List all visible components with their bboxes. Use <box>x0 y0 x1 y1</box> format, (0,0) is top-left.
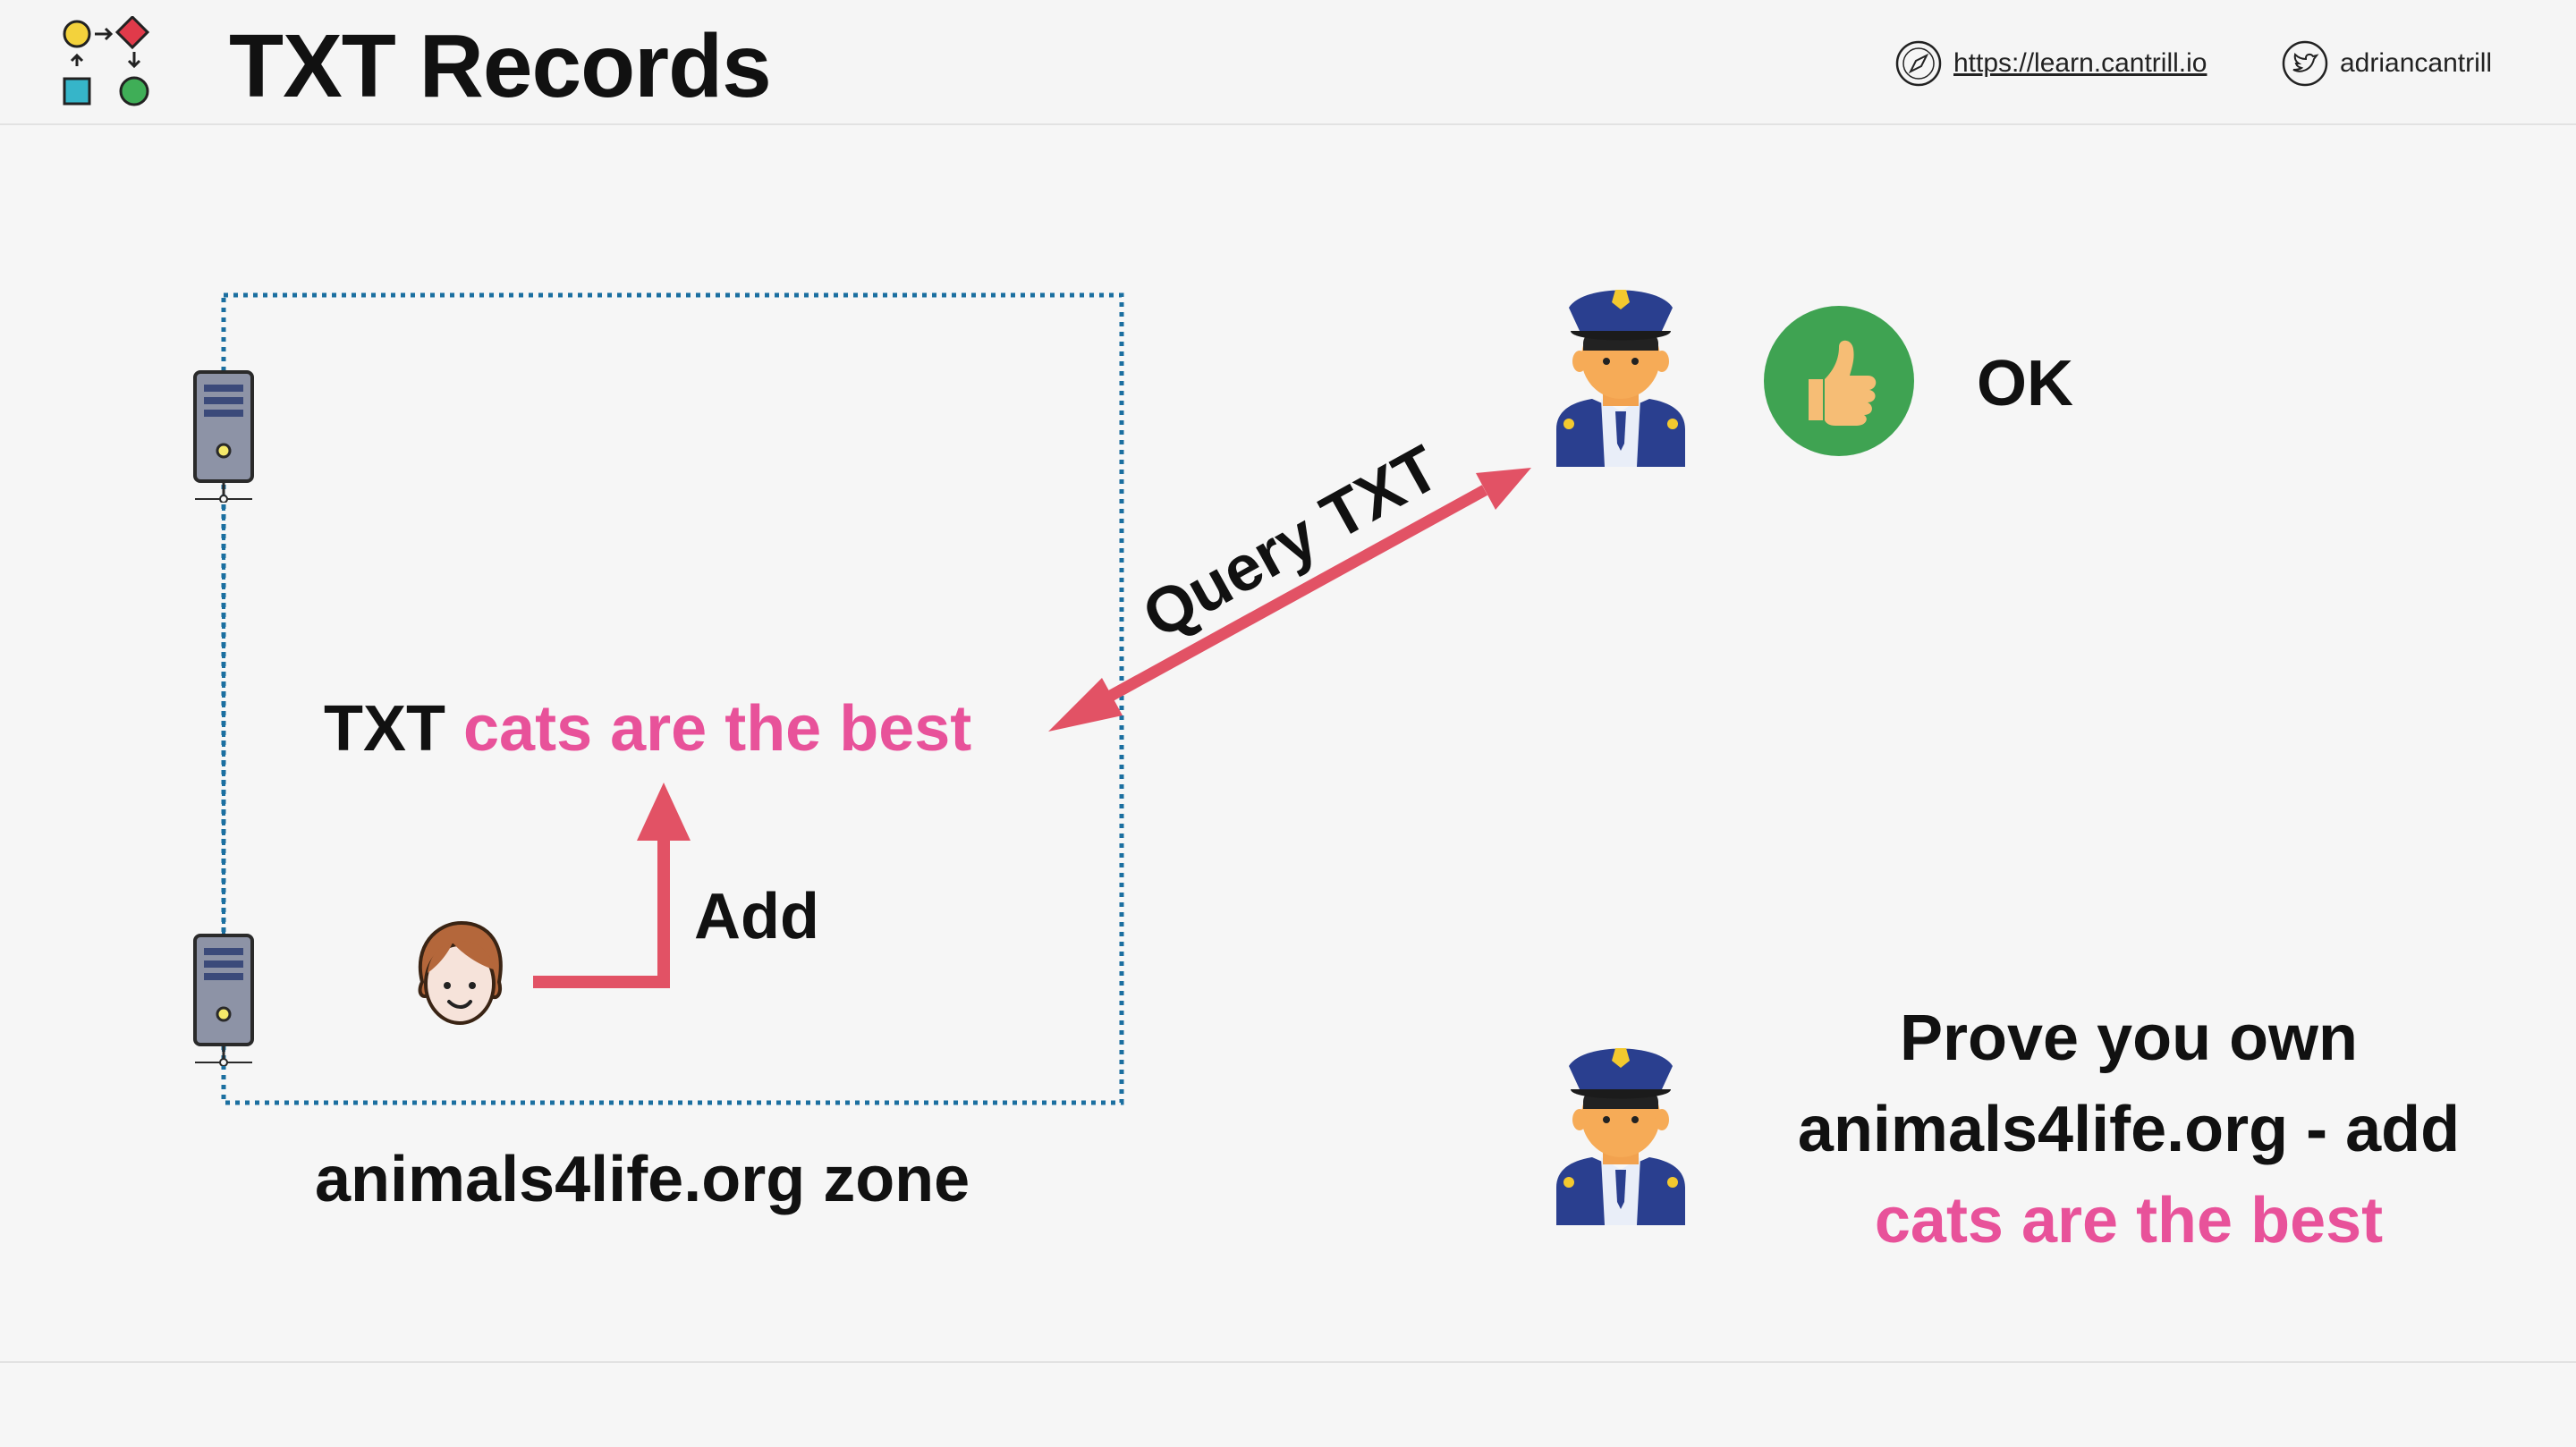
txt-record-type: TXT <box>324 693 445 765</box>
txt-record: TXT cats are the best <box>324 689 971 769</box>
add-label: Add <box>694 881 819 952</box>
police-officer-icon <box>1556 1048 1685 1225</box>
txt-record-value: cats are the best <box>463 693 972 765</box>
challenge-line-2: animals4life.org - add <box>1797 1094 2461 1165</box>
server-icon <box>193 934 254 1066</box>
ok-label: OK <box>1977 348 2073 419</box>
zone-label: animals4life.org zone <box>315 1144 970 1215</box>
server-icon <box>193 370 254 503</box>
add-arrow <box>533 783 691 988</box>
police-officer-icon <box>1556 290 1685 467</box>
thumbs-up-icon <box>1764 306 1914 456</box>
person-icon <box>418 920 503 1025</box>
challenge-line-3: cats are the best <box>1874 1185 2384 1257</box>
footer-divider <box>0 1361 2576 1363</box>
challenge-text: Prove you own animals4life.org - add cat… <box>1753 993 2504 1266</box>
challenge-line-1: Prove you own <box>1899 1003 2359 1074</box>
